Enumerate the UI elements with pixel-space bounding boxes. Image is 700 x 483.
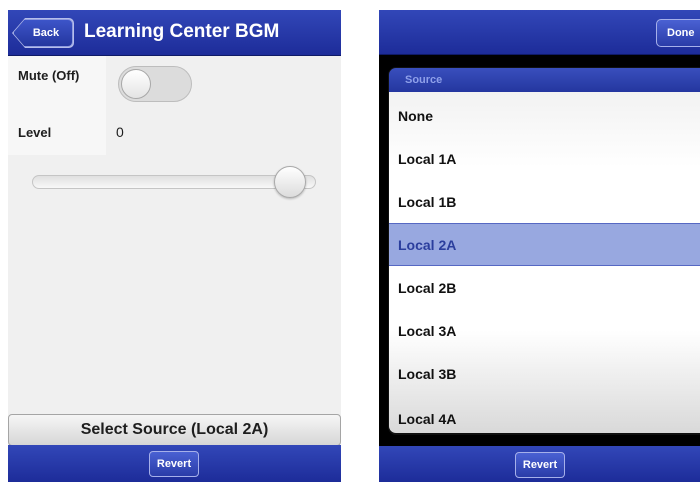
picker-option[interactable]: Local 3A	[389, 309, 700, 352]
level-label: Level	[18, 125, 52, 140]
picker-option[interactable]: Local 1B	[389, 180, 700, 223]
level-value: 0	[116, 124, 124, 140]
source-picker-panel: Done Source None Local 1A Local 1B Local 2A…	[379, 10, 700, 482]
done-button[interactable]: Done	[656, 19, 700, 47]
revert-button[interactable]: Revert	[149, 451, 199, 477]
mute-row-label-bg	[8, 56, 106, 112]
back-button[interactable]: Back	[13, 19, 73, 47]
audio-settings-panel: Back Learning Center BGM Mute (Off) Leve…	[8, 10, 341, 482]
picker-option[interactable]: Local 3B	[389, 352, 700, 395]
picker-option[interactable]: Local 2B	[389, 266, 700, 309]
header-bar: Done	[379, 10, 700, 55]
select-source-button[interactable]: Select Source (Local 2A)	[8, 414, 341, 446]
mute-toggle[interactable]	[118, 66, 192, 102]
picker-option[interactable]: None	[389, 94, 700, 137]
source-picker-list[interactable]: None Local 1A Local 1B Local 2A Local 2B Loca…	[389, 92, 700, 433]
toggle-knob	[121, 69, 151, 99]
page-title: Learning Center BGM	[84, 21, 280, 42]
picker-title: Source	[389, 68, 700, 92]
footer-bar: Revert	[379, 446, 700, 482]
mute-label: Mute (Off)	[18, 68, 80, 83]
header-bar: Back Learning Center BGM	[8, 10, 341, 56]
picker-option[interactable]: Local 2A	[389, 223, 700, 266]
footer-bar: Revert	[8, 445, 341, 482]
picker-option[interactable]: Local 4A	[389, 397, 700, 433]
level-slider-thumb[interactable]	[274, 166, 306, 198]
picker-option[interactable]: Local 1A	[389, 137, 700, 180]
revert-button[interactable]: Revert	[515, 452, 565, 478]
screen: Back Learning Center BGM Mute (Off) Leve…	[0, 0, 700, 483]
